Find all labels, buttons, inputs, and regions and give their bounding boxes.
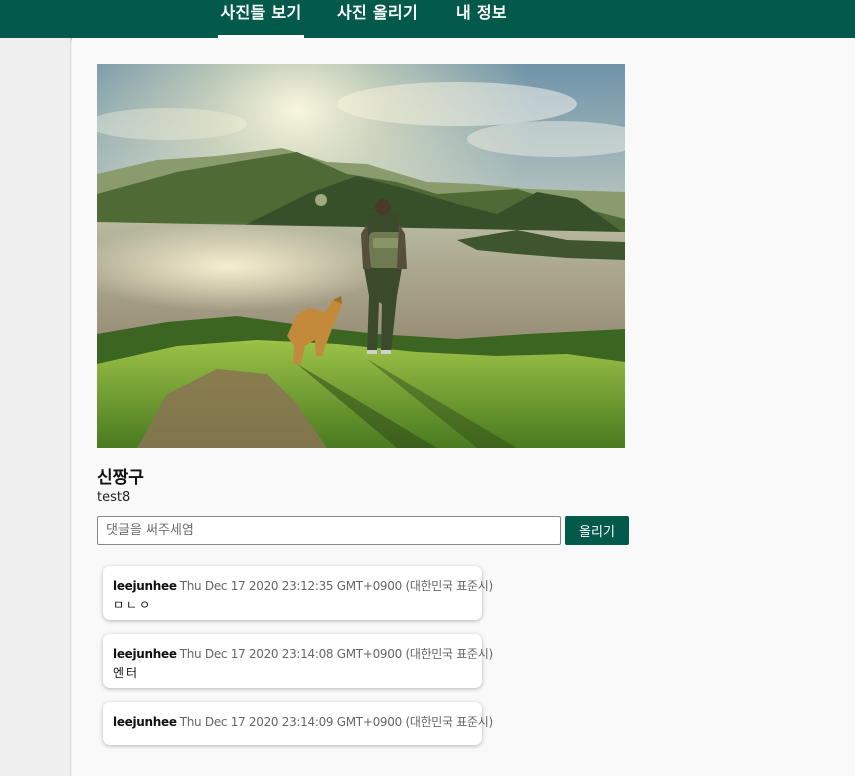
tab-upload-photo[interactable]: 사진 올리기 <box>337 0 418 38</box>
comment-user: leejunhee <box>113 579 177 593</box>
top-nav: 사진들 보기 사진 올리기 내 정보 <box>0 0 855 38</box>
post-author: test8 <box>97 490 131 505</box>
comment-input[interactable] <box>97 516 561 545</box>
comment-user: leejunhee <box>113 715 177 729</box>
comment-card: leejunhee Thu Dec 17 2020 23:14:09 GMT+09… <box>103 702 493 745</box>
comment-user: leejunhee <box>113 647 177 661</box>
comment-text: 엔터 <box>113 666 140 680</box>
post-title: 신짱구 <box>97 468 144 488</box>
comment-date: Thu Dec 17 2020 23:14:09 GMT+0900 (대한민국 … <box>179 715 493 729</box>
comment-card: leejunhee Thu Dec 17 2020 23:12:35 GMT+09… <box>103 566 493 620</box>
tab-my-info[interactable]: 내 정보 <box>456 0 507 38</box>
post-photo <box>97 64 625 448</box>
comment-card: leejunhee Thu Dec 17 2020 23:14:08 GMT+09… <box>103 634 493 688</box>
comment-header: leejunhee Thu Dec 17 2020 23:12:35 GMT+09… <box>113 577 493 594</box>
comment-text: ㅁㄴㅇ <box>113 598 153 612</box>
left-gutter <box>0 38 71 776</box>
comment-date: Thu Dec 17 2020 23:14:08 GMT+0900 (대한민국 … <box>179 647 493 661</box>
comment-header: leejunhee Thu Dec 17 2020 23:14:09 GMT+09… <box>113 713 493 730</box>
comment-date: Thu Dec 17 2020 23:12:35 GMT+0900 (대한민국 … <box>179 579 493 593</box>
tab-view-photos[interactable]: 사진들 보기 <box>218 0 304 38</box>
comment-header: leejunhee Thu Dec 17 2020 23:14:08 GMT+09… <box>113 645 493 662</box>
post-comment-button[interactable]: 올리기 <box>565 516 629 545</box>
